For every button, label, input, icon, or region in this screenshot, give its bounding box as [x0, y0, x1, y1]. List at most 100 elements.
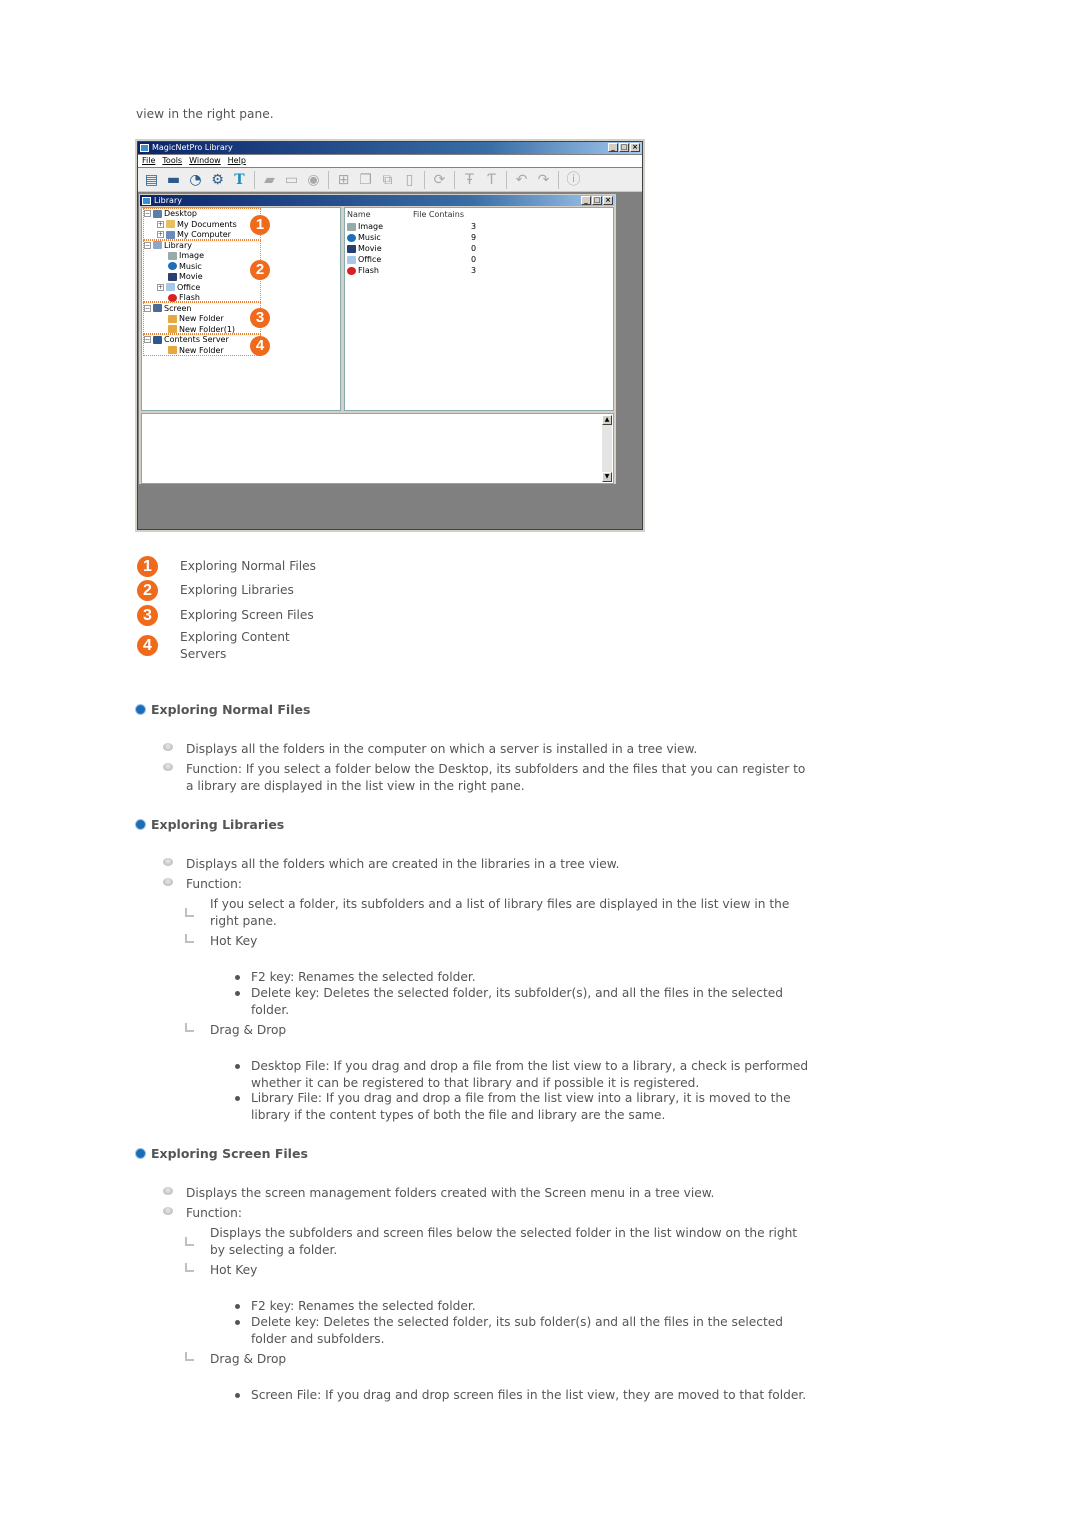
library-child-window: Library _ □ × − Desktop + My Documents + My… — [138, 193, 617, 485]
sub-item: Hot Key — [185, 933, 815, 950]
column-file-contains[interactable]: File Contains — [413, 210, 464, 220]
dot-item-text: Delete key: Deletes the selected folder,… — [251, 1315, 783, 1346]
child-maximize-button[interactable]: □ — [592, 196, 602, 205]
bullet-text: Function: — [186, 877, 242, 891]
save-icon[interactable]: ▭ — [282, 171, 301, 189]
app-titlebar: MagicNetPro Library _ □ × — [138, 142, 642, 154]
text-in-icon[interactable]: Ŧ — [460, 171, 479, 189]
copy-icon[interactable]: ❐ — [356, 171, 375, 189]
text-icon[interactable]: T — [230, 171, 249, 189]
info-icon[interactable]: ⓘ — [564, 171, 583, 189]
toolbar-separator — [328, 170, 329, 189]
app-title: MagicNetPro Library — [152, 143, 233, 152]
dot-item: Desktop File: If you drag and drop a fil… — [234, 1058, 814, 1091]
maximize-button[interactable]: □ — [619, 143, 629, 152]
dot-item-text: Library File: If you drag and drop a fil… — [251, 1091, 791, 1122]
minimize-button[interactable]: _ — [608, 143, 618, 152]
list-row[interactable]: Flash 3 — [347, 265, 477, 276]
menu-tools[interactable]: Tools — [162, 155, 182, 167]
list-row[interactable]: Movie 0 — [347, 243, 477, 254]
refresh-icon[interactable]: ⟳ — [430, 171, 449, 189]
child-title: Library — [154, 196, 182, 205]
row-count: 3 — [471, 222, 477, 231]
sub-item-text: If you select a folder, its subfolders a… — [210, 897, 790, 928]
corner-bullet-icon — [185, 1352, 194, 1361]
legend-label: Exploring Normal Files — [180, 559, 316, 573]
gray-bullet-icon — [163, 858, 173, 866]
bullet-item: Displays all the folders in the computer… — [163, 741, 813, 758]
dot-item-text: Screen File: If you drag and drop screen… — [251, 1388, 807, 1402]
heading-bullet-icon — [136, 820, 145, 829]
scroll-up-icon[interactable]: ▲ — [602, 415, 612, 425]
vertical-scrollbar[interactable]: ▲ ▼ — [602, 415, 612, 482]
sub-item-text: Displays the subfolders and screen files… — [210, 1226, 798, 1257]
dot-bullet-icon — [235, 1304, 240, 1309]
legend-label: Exploring Libraries — [180, 583, 294, 597]
row-name: Image — [358, 222, 384, 231]
row-name: Flash — [358, 266, 379, 275]
callout-badge-2: 2 — [250, 260, 270, 280]
corner-bullet-icon — [185, 1263, 194, 1272]
dot-item: Screen File: If you drag and drop screen… — [234, 1387, 814, 1404]
callout-badge-1: 1 — [137, 556, 158, 577]
callout-badge-2: 2 — [137, 580, 158, 601]
callout-box-2 — [143, 240, 261, 302]
menu-file[interactable]: File — [142, 155, 155, 167]
bullet-item: Displays the screen management folders c… — [163, 1185, 813, 1202]
screen-icon[interactable]: ▬ — [164, 171, 183, 189]
list-row[interactable]: Image 3 — [347, 221, 477, 232]
sub-item-text: Drag & Drop — [210, 1352, 287, 1366]
callout-badge-3: 3 — [137, 605, 158, 626]
preview-icon[interactable]: ◉ — [304, 171, 323, 189]
corner-bullet-icon — [185, 908, 194, 917]
scroll-down-icon[interactable]: ▼ — [602, 472, 612, 482]
text-out-icon[interactable]: Ƭ — [482, 171, 501, 189]
dot-bullet-icon — [235, 975, 240, 980]
file-list: Name File Contains Image 3 Music 9 Movie 0 … — [344, 207, 614, 411]
child-close-button[interactable]: × — [603, 196, 613, 205]
list-header: Name File Contains — [347, 210, 611, 220]
row-name: Music — [358, 233, 381, 242]
dot-item: Delete key: Deletes the selected folder,… — [234, 1314, 814, 1347]
list-row[interactable]: Office 0 — [347, 254, 477, 265]
dot-item-text: F2 key: Renames the selected folder. — [251, 1299, 476, 1313]
gray-bullet-icon — [163, 743, 173, 751]
corner-bullet-icon — [185, 934, 194, 943]
app-window-screenshot: MagicNetPro Library _ □ × File Tools Win… — [135, 139, 645, 532]
paste-icon[interactable]: ⧉ — [378, 171, 397, 189]
callout-badge-4: 4 — [137, 635, 158, 656]
list-row[interactable]: Music 9 — [347, 232, 477, 243]
sub-item: If you select a folder, its subfolders a… — [185, 896, 815, 929]
library-window-icon — [142, 197, 151, 205]
menu-window[interactable]: Window — [189, 155, 221, 167]
undo-icon[interactable]: ↶ — [512, 171, 531, 189]
sub-item: Hot Key — [185, 1262, 815, 1279]
sub-item: Drag & Drop — [185, 1022, 815, 1039]
delete-icon[interactable]: ▯ — [400, 171, 419, 189]
bullet-text: Displays the screen management folders c… — [186, 1186, 715, 1200]
callout-box-3 — [143, 302, 261, 334]
library-icon[interactable]: ▤ — [142, 171, 161, 189]
toolbar-separator — [558, 170, 559, 189]
child-minimize-button[interactable]: _ — [581, 196, 591, 205]
bullet-text: Displays all the folders in the computer… — [186, 742, 698, 756]
close-button[interactable]: × — [630, 143, 640, 152]
sub-item: Drag & Drop — [185, 1351, 815, 1368]
folder-tree: − Desktop + My Documents + My Computer − Lib… — [141, 207, 341, 411]
dot-bullet-icon — [235, 1096, 240, 1101]
legend-label: Exploring Content Servers — [180, 630, 290, 661]
row-name: Movie — [358, 244, 382, 253]
schedule-icon[interactable]: ◔ — [186, 171, 205, 189]
settings-icon[interactable]: ⚙ — [208, 171, 227, 189]
redo-icon[interactable]: ↷ — [534, 171, 553, 189]
toolbar-separator — [506, 170, 507, 189]
gray-bullet-icon — [163, 763, 173, 771]
open-folder-icon[interactable]: ▰ — [260, 171, 279, 189]
callout-box-1 — [143, 208, 261, 240]
toolbar: ▤ ▬ ◔ ⚙ T ▰ ▭ ◉ ⊞ ❐ ⧉ ▯ ⟳ Ŧ Ƭ ↶ ↷ ⓘ — [138, 168, 642, 192]
intro-text: view in the right pane. — [136, 107, 274, 121]
column-name[interactable]: Name — [347, 210, 371, 219]
menu-help[interactable]: Help — [228, 155, 246, 167]
bullet-text: Displays all the folders which are creat… — [186, 857, 620, 871]
add-icon[interactable]: ⊞ — [334, 171, 353, 189]
